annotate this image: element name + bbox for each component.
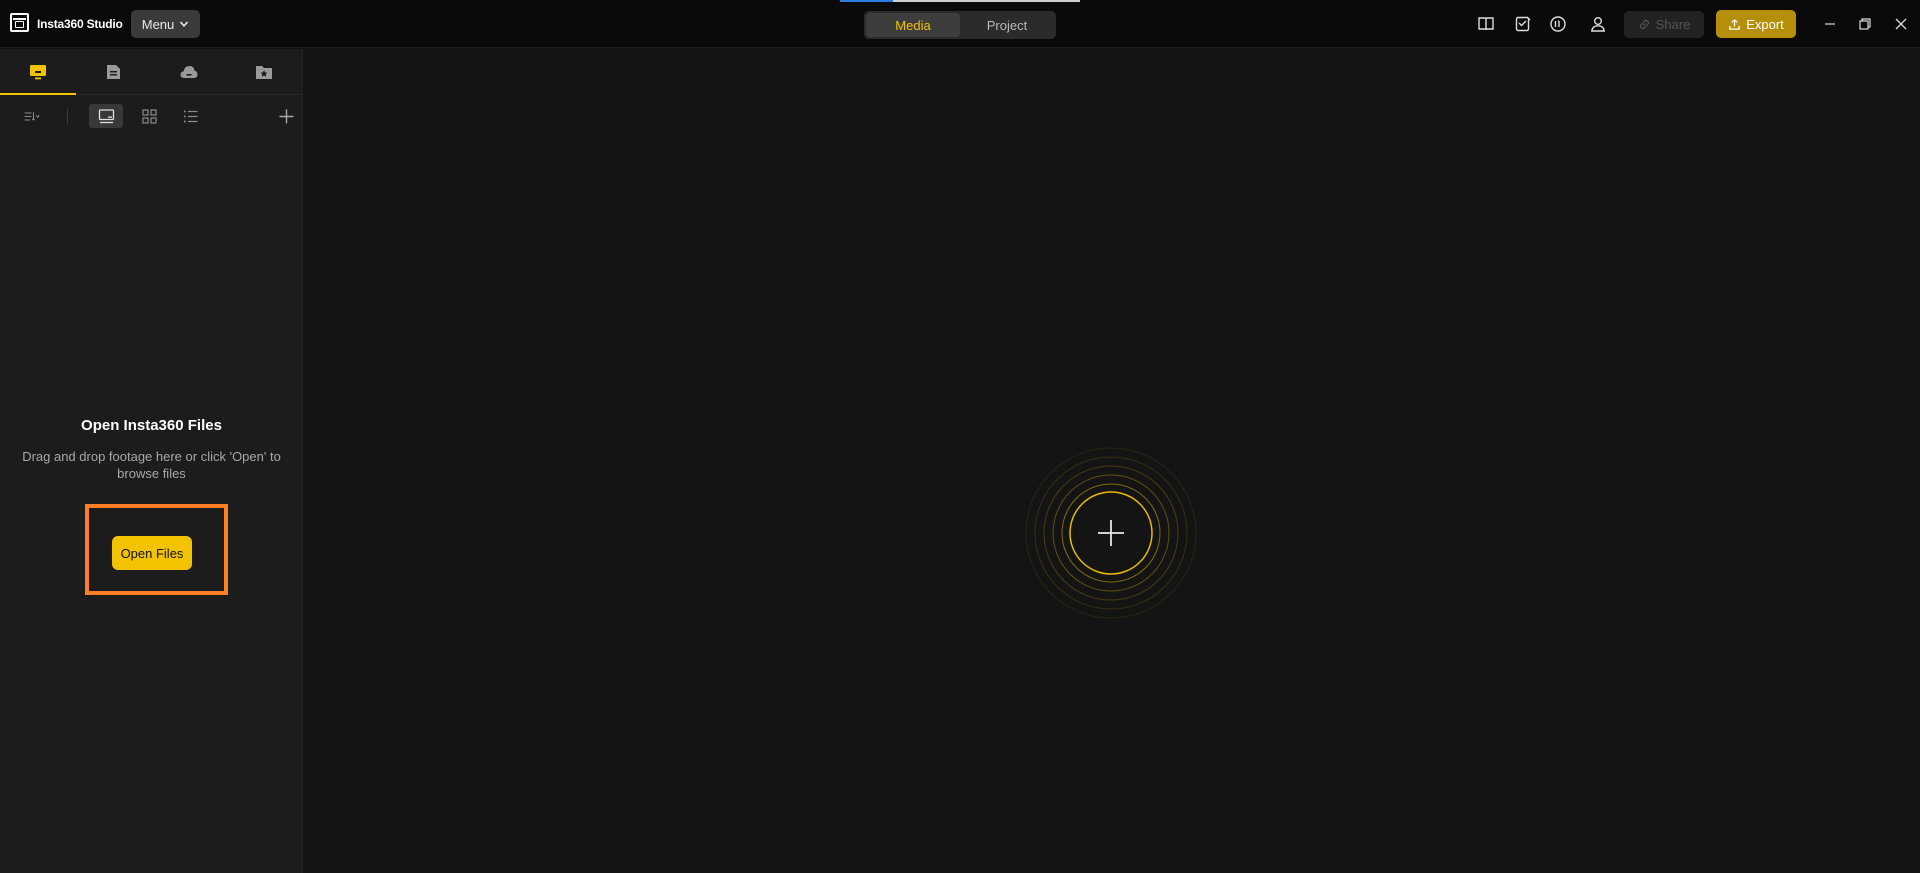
empty-state-title: Open Insta360 Files (81, 417, 222, 434)
edit-list-icon[interactable] (1513, 14, 1533, 34)
share-button-label: Share (1655, 17, 1691, 32)
view-switcher: Media Project (864, 11, 1056, 39)
toolbar-divider (67, 109, 68, 125)
large-thumbnail-view-icon[interactable] (89, 104, 123, 128)
export-button-label: Export (1746, 16, 1784, 32)
open-files-button[interactable]: Open Files (112, 536, 192, 570)
add-media-icon (1025, 447, 1197, 619)
empty-state-description: Drag and drop footage here or click 'Ope… (22, 449, 281, 481)
user-icon[interactable] (1588, 14, 1608, 34)
favorites-folder-icon (256, 65, 273, 79)
loading-progress-fill (840, 0, 893, 2)
close-icon[interactable] (1891, 14, 1911, 34)
sd-card-icon (107, 64, 121, 79)
tab-media[interactable]: Media (866, 13, 960, 37)
sidebar-tabs (0, 49, 302, 95)
book-icon[interactable] (1476, 14, 1496, 34)
sort-icon[interactable] (14, 104, 48, 128)
share-button[interactable]: Share (1624, 11, 1704, 38)
media-sidebar: Open Insta360 Files Drag and drop footag… (0, 49, 303, 873)
local-media-icon (29, 64, 46, 79)
minimize-icon[interactable] (1820, 14, 1840, 34)
grid-view-icon[interactable] (132, 104, 166, 128)
upload-icon (1729, 18, 1740, 30)
sidebar-toolbar (0, 95, 302, 137)
list-view-icon[interactable] (173, 104, 207, 128)
counter-icon[interactable] (1548, 14, 1568, 34)
menu-button[interactable]: Menu (131, 10, 200, 38)
add-icon[interactable] (269, 104, 303, 128)
app-title: Insta360 Studio (37, 17, 123, 31)
tab-cloud[interactable] (151, 49, 227, 94)
app-logo-icon (10, 13, 29, 32)
chevron-down-icon (180, 21, 189, 27)
link-icon (1639, 19, 1649, 30)
menu-button-label: Menu (141, 16, 175, 32)
title-bar: Insta360 Studio Menu Media Project Share… (0, 0, 1920, 48)
loading-progress-bar (840, 0, 1080, 2)
restore-icon[interactable] (1855, 14, 1875, 34)
tab-project[interactable]: Project (960, 13, 1054, 37)
cloud-icon (180, 65, 198, 78)
tab-sd-card[interactable] (76, 49, 152, 94)
add-media-button[interactable] (1025, 447, 1197, 619)
tab-local-media[interactable] (0, 49, 76, 95)
tab-favorites[interactable] (227, 49, 303, 94)
export-button[interactable]: Export (1716, 10, 1796, 38)
